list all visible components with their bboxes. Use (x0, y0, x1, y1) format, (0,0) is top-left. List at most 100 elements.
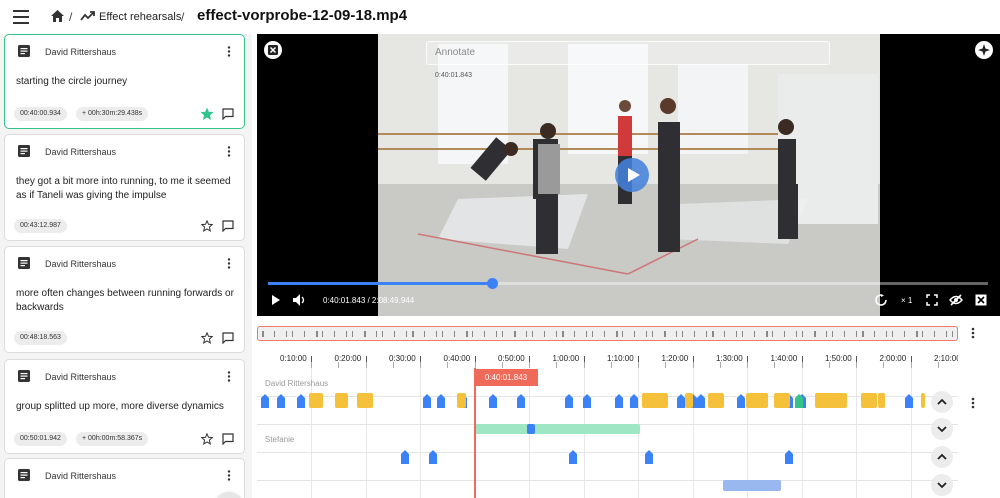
annotation-segment[interactable] (746, 393, 768, 408)
overview-tick (814, 331, 816, 337)
more-vert-icon[interactable] (227, 371, 231, 382)
current-time-badge: 0:40:01.843 (435, 72, 472, 79)
fullscreen-icon[interactable] (926, 294, 938, 306)
grid-line (910, 368, 912, 498)
track-toggle-button[interactable] (931, 474, 953, 496)
overview-tick (556, 331, 557, 337)
annotation-card[interactable]: David Rittershaus they got a bit more int… (4, 134, 245, 241)
comment-icon[interactable] (222, 108, 234, 120)
timestamp-chip[interactable]: 00:40:00.934 (14, 107, 67, 121)
track-toggle-button[interactable] (931, 391, 953, 413)
track-toggle-button[interactable] (931, 418, 953, 440)
seek-bar[interactable] (268, 278, 988, 289)
annotation-marker[interactable] (630, 394, 638, 413)
annotation-segment[interactable] (878, 393, 885, 408)
annotation-marker[interactable] (517, 394, 525, 413)
more-vert-icon[interactable] (971, 327, 975, 339)
annotation-segment[interactable] (815, 393, 847, 408)
more-vert-icon[interactable] (227, 258, 231, 269)
annotation-marker[interactable] (677, 394, 685, 413)
overview-tick (304, 331, 305, 337)
video-player[interactable]: Annotate 0:40:01.843 0:40:01.843 / 2:08:… (257, 34, 1000, 316)
track-toggle-button[interactable] (931, 446, 953, 468)
annotate-input[interactable]: Annotate (426, 41, 830, 65)
comment-icon[interactable] (222, 220, 234, 232)
annotation-segment[interactable] (642, 393, 668, 408)
annotation-segment[interactable] (774, 393, 790, 408)
star-filled-icon[interactable] (201, 108, 213, 120)
star-outline-icon[interactable] (201, 433, 213, 445)
close-annotation-mode-button[interactable] (264, 41, 282, 59)
breadcrumb-project-link[interactable]: Effect rehearsals (99, 11, 181, 23)
volume-icon[interactable] (293, 294, 307, 306)
home-icon[interactable] (51, 10, 64, 22)
annotation-marker[interactable] (737, 394, 745, 413)
overview-tick (316, 331, 318, 337)
timestamp-chip[interactable]: 00:48:18.563 (14, 331, 67, 345)
annotation-card[interactable]: David Rittershaus starting the circle jou… (4, 34, 245, 129)
annotation-marker[interactable] (437, 394, 445, 413)
annotation-marker[interactable] (697, 394, 705, 413)
seek-bar-progress (268, 282, 492, 285)
overview-tick (802, 331, 803, 337)
annotation-marker[interactable] (615, 394, 623, 413)
annotation-segment[interactable] (457, 393, 466, 408)
annotation-segment[interactable] (685, 393, 693, 408)
more-vert-icon[interactable] (227, 470, 231, 481)
annotation-segment[interactable] (527, 424, 535, 434)
overview-tick (952, 331, 953, 337)
more-vert-icon[interactable] (971, 397, 975, 409)
annotation-marker[interactable] (905, 394, 913, 413)
playback-speed-button[interactable]: × 1 (901, 296, 912, 305)
annotation-marker[interactable] (795, 394, 803, 413)
annotation-card[interactable]: David Rittershaus (4, 458, 245, 498)
annotation-marker[interactable] (261, 394, 269, 413)
annotation-marker[interactable] (401, 450, 409, 469)
annotation-marker[interactable] (785, 450, 793, 469)
annotation-marker[interactable] (429, 450, 437, 469)
comment-icon[interactable] (222, 332, 234, 344)
seek-handle[interactable] (486, 278, 498, 289)
menu-icon[interactable] (13, 10, 29, 24)
timestamp-chip[interactable]: 00:43:12.987 (14, 219, 67, 233)
more-vert-icon[interactable] (227, 46, 231, 57)
annotation-marker[interactable] (645, 450, 653, 469)
annotation-marker[interactable] (565, 394, 573, 413)
annotation-segment[interactable] (723, 480, 781, 491)
time-ruler[interactable]: 0:10:00 0:20:00 0:30:00 0:40:00 0:50:00 1:00:… (257, 348, 958, 368)
more-vert-icon[interactable] (227, 146, 231, 157)
annotation-marker[interactable] (583, 394, 591, 413)
close-icon[interactable] (975, 294, 987, 306)
annotation-segment[interactable] (309, 393, 323, 408)
annotation-marker[interactable] (569, 450, 577, 469)
overview-tick (754, 331, 755, 337)
visibility-off-icon[interactable] (949, 294, 963, 306)
document-icon (18, 370, 30, 382)
annotation-marker[interactable] (423, 394, 431, 413)
annotation-segment[interactable] (708, 393, 724, 408)
replay-icon[interactable] (875, 294, 887, 306)
overview-tick (586, 331, 587, 337)
star-outline-icon[interactable] (201, 332, 213, 344)
annotation-marker[interactable] (297, 394, 305, 413)
annotation-marker[interactable] (489, 394, 497, 413)
document-icon (18, 257, 30, 269)
annotation-card[interactable]: David Rittershaus more often changes betw… (4, 246, 245, 353)
play-overlay-button[interactable] (615, 158, 649, 192)
annotation-segment[interactable] (861, 393, 877, 408)
timestamp-chip[interactable]: 00:50:01.942 (14, 432, 67, 446)
annotation-segment[interactable] (474, 424, 640, 434)
playhead-line[interactable] (474, 368, 476, 498)
annotation-list[interactable]: David Rittershaus starting the circle jou… (0, 34, 252, 498)
comment-icon[interactable] (222, 433, 234, 445)
annotation-marker[interactable] (277, 394, 285, 413)
annotation-segment[interactable] (335, 393, 348, 408)
annotation-card[interactable]: David Rittershaus group splitted up more,… (4, 359, 245, 454)
timeline[interactable]: 0:10:00 0:20:00 0:30:00 0:40:00 0:50:00 1:00:… (257, 348, 958, 498)
annotation-segment[interactable] (921, 393, 925, 408)
ai-assist-button[interactable] (975, 41, 993, 59)
timeline-overview[interactable] (257, 326, 958, 341)
star-outline-icon[interactable] (201, 220, 213, 232)
play-icon[interactable] (271, 294, 281, 306)
annotation-segment[interactable] (357, 393, 373, 408)
